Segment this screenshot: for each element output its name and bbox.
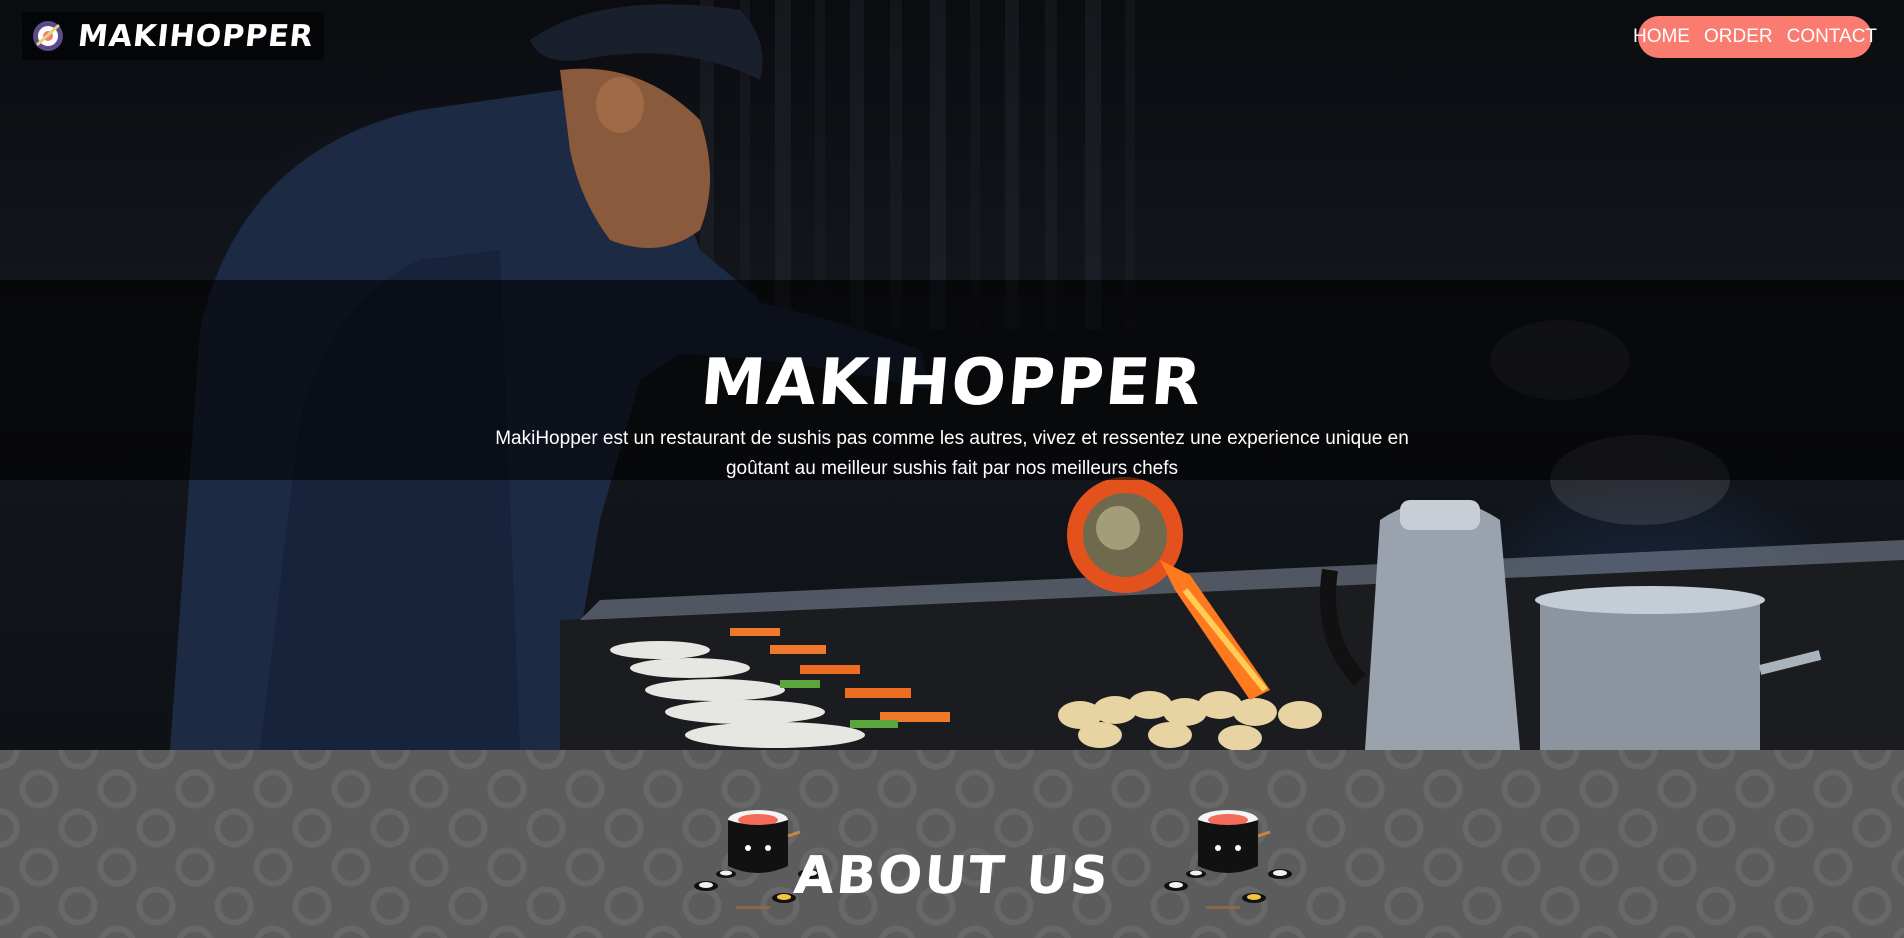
hero-description: MakiHopper est un restaurant de sushis p… [495,428,1409,479]
sushi-mascot-icon [1164,810,1292,909]
about-title: ABOUT US [791,846,1113,907]
nav-contact-link[interactable]: CONTACT [1787,26,1877,48]
main-nav: HOME ORDER CONTACT [1633,16,1877,58]
brand-name: MAKIHOPPER [76,18,316,54]
sushi-roll-icon [33,21,63,51]
hero-title: MAKIHOPPER [698,345,1206,420]
brand[interactable]: MAKIHOPPER [22,12,324,60]
nav-order-link[interactable]: ORDER [1704,26,1773,48]
nav-home-link[interactable]: HOME [1633,26,1690,48]
